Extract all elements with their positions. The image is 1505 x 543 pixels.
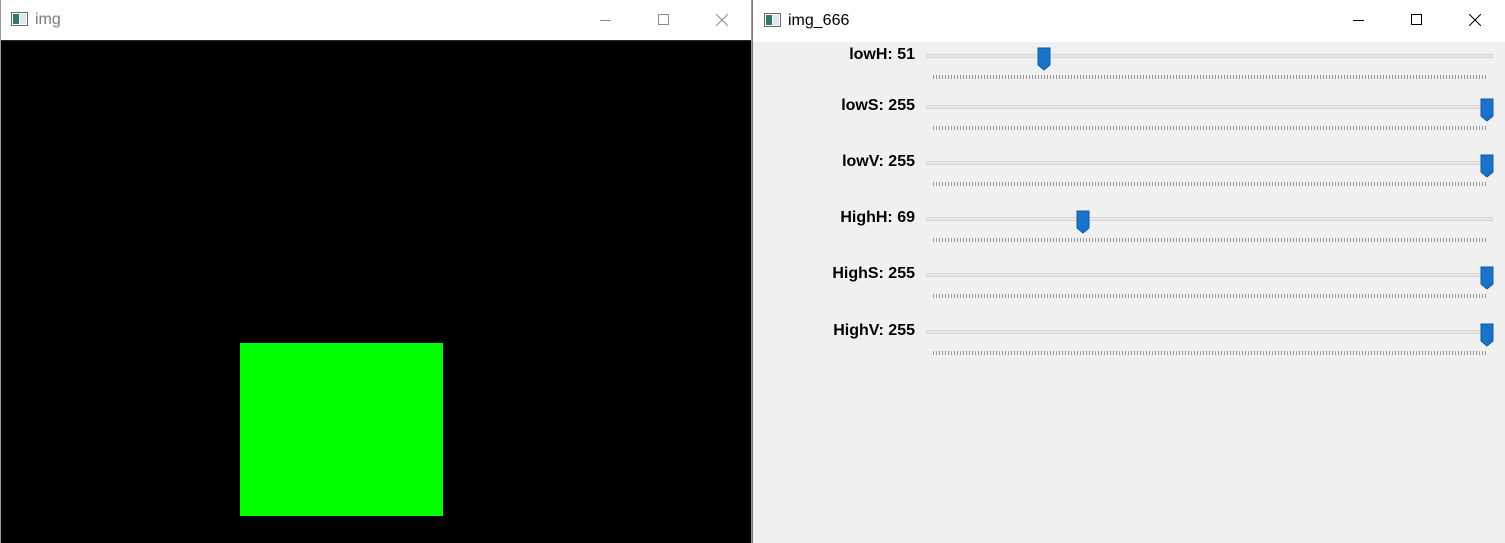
trackbar-thumb[interactable] (1037, 47, 1051, 71)
trackbar-lowV: lowV: 255 (753, 149, 1505, 205)
trackbar-lowS: lowS: 255 (753, 93, 1505, 149)
image-canvas (1, 41, 751, 543)
trackbar-panel: lowH: 51 lowS: 255 lowV: 255 HighH: 69 H… (753, 42, 1505, 543)
trackbar-track[interactable] (926, 217, 1493, 221)
trackbar-ticks (933, 126, 1488, 130)
close-button[interactable] (693, 0, 751, 40)
trackbar-lowH: lowH: 51 (753, 42, 1505, 98)
controls-window-titlebar[interactable]: img_666 (753, 0, 1505, 42)
trackbar-thumb[interactable] (1480, 154, 1494, 178)
trackbar-ticks (933, 182, 1488, 186)
trackbar-label: lowS: 255 (841, 97, 915, 114)
trackbar-ticks (933, 75, 1488, 79)
trackbar-ticks (933, 294, 1488, 298)
close-icon (716, 14, 728, 26)
maximize-icon (658, 14, 669, 25)
opencv-window-icon (764, 13, 781, 27)
maximize-button[interactable] (1388, 0, 1446, 40)
minimize-icon (600, 20, 611, 21)
trackbar-label: lowH: 51 (849, 46, 915, 63)
image-window-title: img (35, 11, 61, 28)
close-icon (1469, 14, 1481, 26)
green-rectangle (240, 343, 443, 516)
trackbar-highH: HighH: 69 (753, 205, 1505, 261)
trackbar-thumb[interactable] (1076, 210, 1090, 234)
trackbar-highV: HighV: 255 (753, 318, 1505, 374)
trackbar-ticks (933, 238, 1488, 242)
trackbar-label: lowV: 255 (842, 153, 915, 170)
trackbar-ticks (933, 351, 1488, 355)
trackbar-label: HighS: 255 (832, 265, 915, 282)
image-window: img (0, 0, 752, 543)
trackbar-label: HighV: 255 (833, 322, 915, 339)
minimize-icon (1353, 20, 1364, 21)
minimize-button[interactable] (1330, 0, 1388, 40)
trackbar-thumb[interactable] (1480, 98, 1494, 122)
controls-window: img_666 lowH: 51 lowS: 255 lowV: 255 Hig… (752, 0, 1505, 543)
controls-window-title: img_666 (788, 12, 850, 29)
trackbar-track[interactable] (926, 330, 1493, 334)
maximize-button[interactable] (635, 0, 693, 40)
trackbar-thumb[interactable] (1480, 266, 1494, 290)
trackbar-highS: HighS: 255 (753, 261, 1505, 317)
close-button[interactable] (1446, 0, 1504, 40)
maximize-icon (1411, 14, 1422, 25)
trackbar-thumb[interactable] (1480, 323, 1494, 347)
trackbar-track[interactable] (926, 54, 1493, 58)
trackbar-track[interactable] (926, 273, 1493, 277)
image-window-titlebar[interactable]: img (1, 0, 751, 41)
trackbar-track[interactable] (926, 105, 1493, 109)
opencv-window-icon (11, 12, 28, 26)
trackbar-track[interactable] (926, 161, 1493, 165)
trackbar-label: HighH: 69 (840, 209, 915, 226)
minimize-button[interactable] (577, 0, 635, 40)
